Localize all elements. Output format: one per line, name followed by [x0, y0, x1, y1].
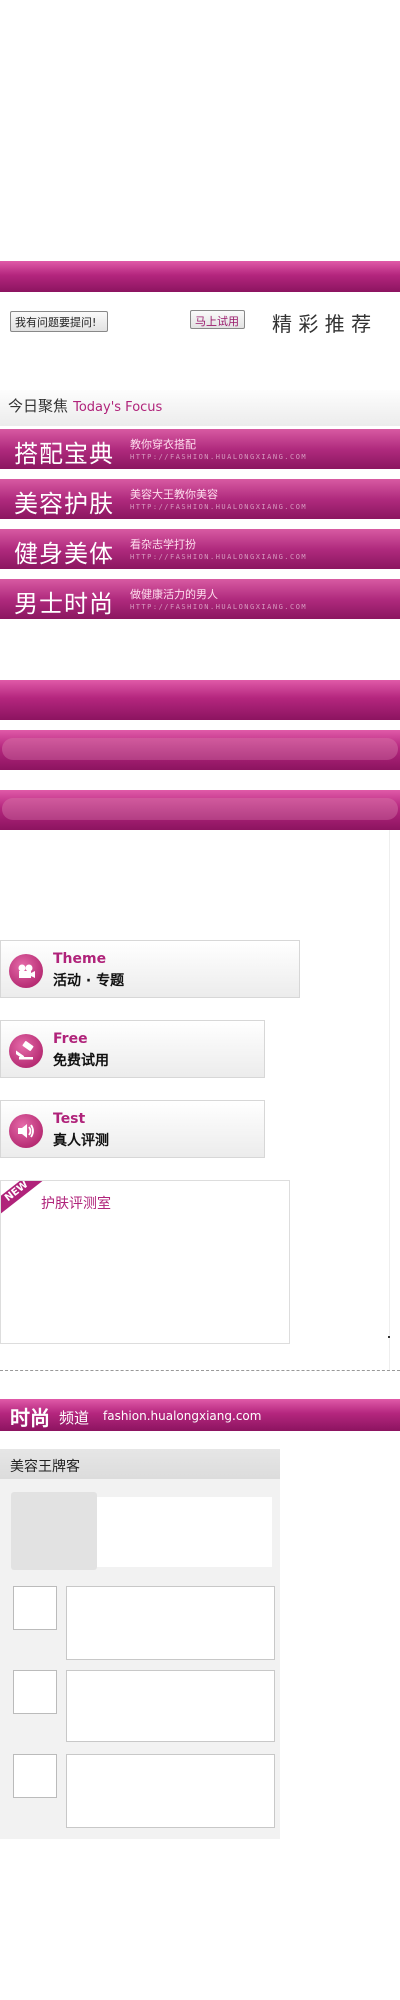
try-now-button[interactable]: 马上试用	[190, 310, 245, 329]
card-title-cn: 活动 · 专题	[53, 973, 125, 989]
nav-item-title: 美容护肤	[14, 490, 114, 518]
nav-item-meirong[interactable]: 美容护肤 美容大王教你美容 HTTP://FASHION.HUALONGXIAN…	[0, 479, 400, 519]
skin-lab-panel[interactable]: NEW 护肤评测室	[0, 1180, 290, 1344]
search-bar-inner	[2, 738, 398, 760]
nav-item-subtitle: 美容大王教你美容	[130, 488, 218, 501]
nav-item-subtitle: 教你穿衣搭配	[130, 438, 196, 451]
top-banner-bar	[0, 261, 400, 292]
nav-item-jianshen[interactable]: 健身美体 看杂志学打扮 HTTP://FASHION.HUALONGXIANG.…	[0, 529, 400, 569]
recommend-title: 精 彩 推 荐	[272, 312, 372, 336]
nav-item-title: 男士时尚	[14, 590, 114, 618]
blog-feature-text	[97, 1497, 272, 1567]
nav-item-url: HTTP://FASHION.HUALONGXIANG.COM	[130, 553, 308, 561]
blog-comment-bubble	[66, 1754, 275, 1828]
gavel-icon	[9, 1034, 43, 1068]
ask-question-button[interactable]: 我有问题要提问!	[10, 311, 108, 332]
dot-marker	[388, 1336, 390, 1338]
nav-item-subtitle: 做健康活力的男人	[130, 588, 218, 601]
channel-url[interactable]: fashion.hualongxiang.com	[103, 1409, 261, 1423]
card-free[interactable]: Free 免费试用	[0, 1020, 265, 1078]
avatar[interactable]	[13, 1754, 57, 1798]
nav-item-title: 搭配宝典	[14, 440, 114, 468]
focus-title-en: Today's Focus	[73, 400, 163, 415]
nav-item-url: HTTP://FASHION.HUALONGXIANG.COM	[130, 453, 308, 461]
channel-bar: 时尚 频道 fashion.hualongxiang.com	[0, 1399, 400, 1431]
nav-item-dapei[interactable]: 搭配宝典 教你穿衣搭配 HTTP://FASHION.HUALONGXIANG.…	[0, 429, 400, 469]
camera-icon	[9, 954, 43, 988]
right-divider	[389, 830, 390, 1370]
new-badge-label: NEW	[2, 1180, 31, 1205]
nav-item-url: HTTP://FASHION.HUALONGXIANG.COM	[130, 603, 308, 611]
section-bar-2	[0, 790, 400, 830]
nav-item-url: HTTP://FASHION.HUALONGXIANG.COM	[130, 503, 308, 511]
search-bar-frame	[0, 730, 400, 770]
nav-item-nanshi[interactable]: 男士时尚 做健康活力的男人 HTTP://FASHION.HUALONGXIAN…	[0, 579, 400, 619]
blog-panel: 美容王牌客	[0, 1449, 280, 1839]
dashed-divider	[0, 1370, 400, 1371]
avatar[interactable]	[13, 1586, 57, 1630]
focus-title-cn: 今日聚焦	[8, 397, 69, 415]
card-test[interactable]: Test 真人评测	[0, 1100, 265, 1158]
section-bar	[0, 680, 400, 720]
card-title-en: Free	[53, 1031, 88, 1047]
speaker-icon	[9, 1114, 43, 1148]
skin-lab-title: 护肤评测室	[41, 1196, 111, 1212]
card-title-en: Theme	[53, 951, 107, 967]
channel-sub: 频道	[59, 1409, 90, 1427]
nav-item-title: 健身美体	[14, 540, 114, 568]
card-title-en: Test	[53, 1111, 86, 1127]
focus-title: 今日聚焦 Today's Focus	[8, 395, 162, 416]
new-badge: NEW	[1, 1180, 45, 1216]
card-theme[interactable]: Theme 活动 · 专题	[0, 940, 300, 998]
blog-feature-image[interactable]	[11, 1492, 97, 1570]
blog-comment-bubble	[66, 1670, 275, 1742]
nav-item-subtitle: 看杂志学打扮	[130, 538, 196, 551]
card-title-cn: 真人评测	[53, 1133, 109, 1149]
channel-title: 时尚	[10, 1406, 50, 1430]
card-title-cn: 免费试用	[53, 1053, 109, 1069]
avatar[interactable]	[13, 1670, 57, 1714]
blog-comment-bubble	[66, 1586, 275, 1660]
blog-panel-title: 美容王牌客	[10, 1459, 80, 1475]
section-bar-inner	[2, 798, 398, 820]
